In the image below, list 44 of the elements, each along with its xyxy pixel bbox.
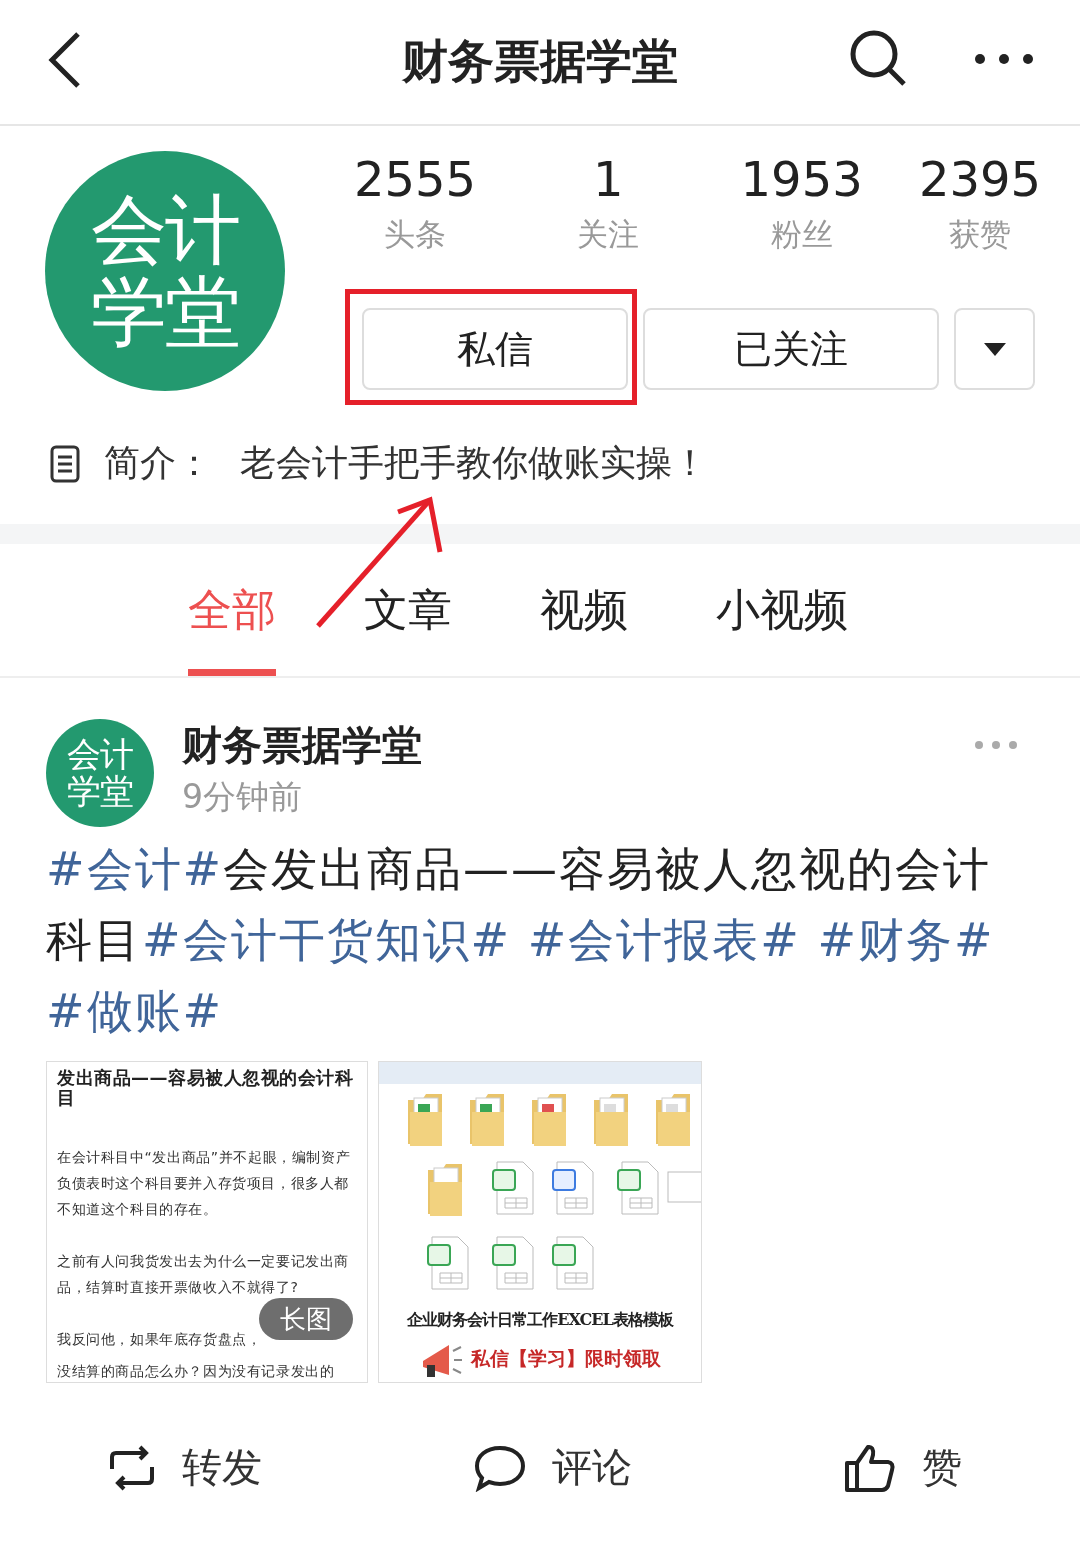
intro-text: 老会计手把手教你做账实操！ [240, 441, 708, 485]
tab[interactable]: 文章 [364, 544, 452, 676]
stat-value: 2555 [353, 150, 477, 209]
comment-icon [474, 1443, 526, 1492]
intro-label: 简介： [104, 441, 212, 485]
dropdown-button[interactable] [954, 308, 1035, 390]
tab[interactable]: 视频 [540, 544, 628, 676]
thumbs-up-icon [844, 1442, 896, 1493]
image-paragraph: 在会计科目中“发出商品”并不起眼，编制资产负债表时这个科目要并入存货项目，很多人都不知道这个科目的存在。 [57, 1148, 352, 1219]
tab[interactable]: 全部 [188, 544, 276, 676]
stat-value: 1 [593, 150, 624, 209]
image-paragraph: 没结算的商品怎么办？因为没有记录发出的 [57, 1362, 335, 1381]
tab[interactable]: 小视频 [716, 544, 848, 676]
like-button[interactable]: 赞 [844, 1440, 962, 1495]
caret-icon [983, 342, 1006, 356]
long-image-badge: 长图 [259, 1298, 353, 1340]
page-title: 财务票据学堂 [402, 33, 678, 90]
author-avatar[interactable]: 会计 学堂 [46, 719, 154, 827]
stat-value: 1953 [740, 150, 863, 209]
image-paragraph: 我反问他，如果年底存货盘点， [57, 1330, 262, 1349]
image-title: 发出商品——容易被人忽视的会计科目 [57, 1068, 354, 1108]
file-list-image[interactable]: 企业财务会计日常工作EXCEL表格模板 私信【学习】限时领取 [378, 1061, 702, 1383]
back-icon[interactable] [46, 30, 82, 90]
stat-label: 粉丝 [770, 215, 833, 254]
repost-icon [108, 1444, 156, 1491]
more-icon[interactable] [974, 52, 1034, 66]
share-button[interactable]: 转发 [108, 1440, 262, 1495]
avatar-logo: 会计 学堂 [45, 151, 285, 391]
following-button[interactable]: 已关注 [642, 308, 940, 390]
message-button[interactable]: 私信 [362, 308, 628, 390]
comment-button[interactable]: 评论 [474, 1440, 632, 1495]
stat-label: 头条 [384, 215, 446, 254]
article-image[interactable]: 发出商品——容易被人忽视的会计科目 在会计科目中“发出商品”并不起眼，编制资产负债表时这个科目要并入存货项目，很多人都不知道这个科目的存在。 之前有人问我货发出去为什么一定要记发出商品，结算时直接开票做收入不就得了? 我反问他，如果年底存货盘点， 长图 没结算的商品怎么办？因为没有记录发出的 [46, 1061, 368, 1383]
stat-value: 2395 [918, 150, 1042, 209]
post-time: 9分钟前 [182, 776, 303, 818]
stat-label: 获赞 [949, 215, 1011, 254]
promo-text: 私信【学习】限时领取 [471, 1346, 661, 1371]
search-icon[interactable] [848, 28, 908, 88]
author-name[interactable]: 财务票据学堂 [182, 718, 422, 772]
document-icon [50, 444, 80, 483]
post-text: #会计#会发出商品——容易被人忽视的会计科目#会计干货知识# #会计报表# #财务# #做账# [46, 841, 996, 1040]
stat-label: 关注 [577, 215, 640, 254]
image-headline: 企业财务会计日常工作EXCEL表格模板 [407, 1310, 673, 1331]
image-paragraph: 之前有人问我货发出去为什么一定要记发出商品，结算时直接开票做收入不就得了? [57, 1252, 350, 1297]
